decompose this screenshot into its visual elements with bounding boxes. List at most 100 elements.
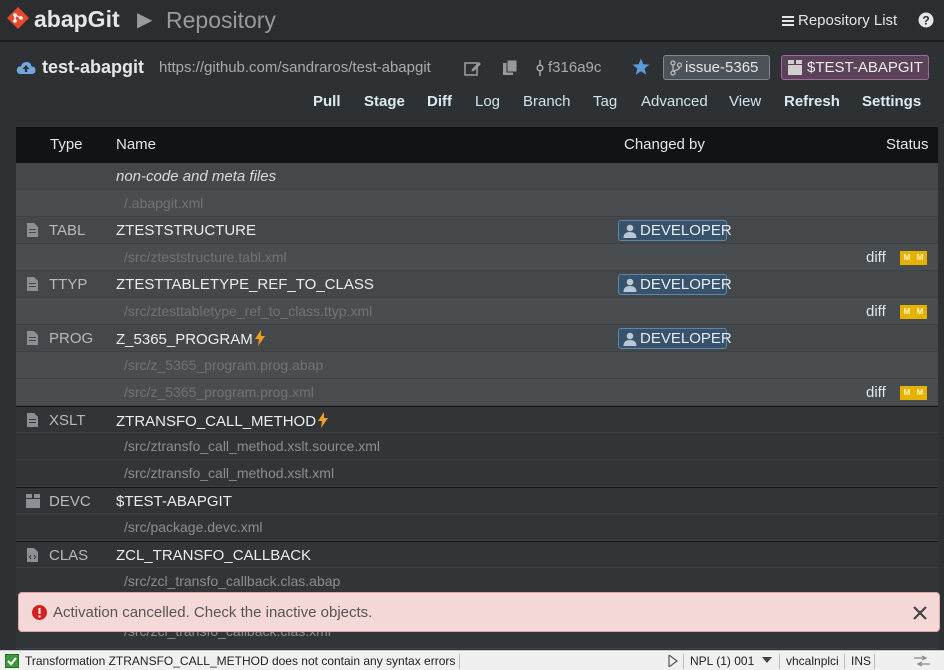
table-row: /.abapgit.xml: [16, 190, 938, 217]
table-row: XSLT ZTRANSFO_CALL_METHOD: [16, 406, 938, 433]
table-row: PROG Z_5365_PROGRAM DEVELOPER: [16, 325, 938, 352]
object-name[interactable]: ZTESTSTRUCTURE: [116, 222, 256, 239]
inactive-bolt-icon: [318, 412, 329, 428]
settings-button[interactable]: Settings: [862, 93, 921, 110]
file-icon: [27, 277, 38, 291]
file-path[interactable]: /src/zteststructure.tabl.xml: [124, 249, 287, 265]
col-name[interactable]: Name: [116, 136, 156, 153]
edit-icon[interactable]: [464, 60, 482, 76]
file-path[interactable]: /src/ztesttabletype_ref_to_class.ttyp.xm…: [124, 303, 372, 319]
status-divider: [779, 654, 780, 669]
file-icon: [27, 331, 38, 345]
page-title: Repository: [166, 7, 276, 33]
table-row: /src/ztransfo_call_method.xslt.xml: [16, 460, 938, 487]
col-changed-by[interactable]: Changed by: [624, 136, 705, 153]
svg-text:?: ?: [922, 14, 929, 28]
repo-url[interactable]: https://github.com/sandraros/test-abapgi…: [159, 59, 431, 76]
object-name[interactable]: Z_5365_PROGRAM: [116, 331, 253, 348]
status-message[interactable]: Transformation ZTRANSFO_CALL_METHOD does…: [25, 654, 455, 668]
repository-list-link[interactable]: Repository List: [782, 12, 897, 29]
object-name: non-code and meta files: [116, 168, 277, 185]
file-path[interactable]: /src/package.devc.xml: [124, 519, 263, 535]
pull-button[interactable]: Pull: [313, 93, 341, 110]
copy-icon[interactable]: [502, 59, 518, 76]
log-button[interactable]: Log: [475, 93, 500, 110]
commit-icon: [536, 60, 544, 76]
file-path[interactable]: /src/zcl_transfo_callback.clas.abap: [124, 573, 340, 589]
package-icon: [26, 494, 40, 508]
package-badge[interactable]: $TEST-ABAPGIT: [781, 55, 929, 80]
table-row: /src/z_5365_program.prog.xml diff MM: [16, 379, 938, 406]
tag-button[interactable]: Tag: [593, 93, 617, 110]
scroll-lock-icon: [914, 655, 930, 667]
table-row: /src/ztesttabletype_ref_to_class.ttyp.xm…: [16, 298, 938, 325]
status-badge: MM: [900, 251, 927, 265]
diff-link[interactable]: diff: [866, 384, 886, 401]
file-icon: [27, 413, 38, 427]
object-name-cell: ZTRANSFO_CALL_METHOD: [116, 412, 329, 430]
view-button[interactable]: View: [729, 93, 761, 110]
diff-link[interactable]: diff: [866, 249, 886, 266]
user-icon: [623, 224, 637, 238]
col-type[interactable]: Type: [50, 136, 83, 153]
branch-icon: [670, 60, 682, 76]
object-name[interactable]: ZCL_TRANSFO_CALLBACK: [116, 547, 311, 564]
object-type: DEVC: [49, 493, 91, 510]
table-row: non-code and meta files: [16, 163, 938, 190]
status-divider: [683, 654, 684, 669]
brand-name[interactable]: abapGit: [34, 6, 120, 33]
refresh-button[interactable]: Refresh: [784, 93, 840, 110]
status-divider: [844, 654, 845, 669]
status-divider: [874, 654, 875, 669]
play-icon[interactable]: [668, 655, 678, 667]
commit-hash[interactable]: f316a9c: [548, 59, 601, 76]
user-icon: [623, 332, 637, 346]
file-path[interactable]: /src/ztransfo_call_method.xslt.source.xm…: [124, 438, 380, 454]
table-row: /src/package.devc.xml: [16, 514, 938, 541]
repo-name[interactable]: test-abapgit: [42, 57, 144, 78]
col-status[interactable]: Status: [886, 136, 929, 153]
status-divider: [459, 654, 460, 669]
changed-by-user: DEVELOPER: [640, 222, 732, 239]
diff-link[interactable]: diff: [866, 303, 886, 320]
object-name[interactable]: ZTESTTABLETYPE_REF_TO_CLASS: [116, 276, 374, 293]
system-info[interactable]: NPL (1) 001: [690, 654, 754, 668]
object-type: PROG: [49, 330, 94, 347]
input-mode[interactable]: INS: [851, 654, 871, 668]
help-icon[interactable]: ?: [918, 12, 934, 28]
dropdown-icon[interactable]: [762, 656, 772, 664]
top-bar: abapGit ▶ Repository Repository List ?: [0, 0, 944, 42]
changed-by-user: DEVELOPER: [640, 330, 732, 347]
table-row: DEVC $TEST-ABAPGIT: [16, 487, 938, 514]
close-icon[interactable]: [911, 604, 929, 622]
file-path[interactable]: /src/z_5365_program.prog.xml: [124, 384, 314, 400]
object-name[interactable]: ZTRANSFO_CALL_METHOD: [116, 413, 316, 430]
file-path[interactable]: /src/z_5365_program.prog.abap: [124, 357, 323, 373]
branch-badge[interactable]: issue-5365: [663, 55, 770, 80]
star-icon[interactable]: [632, 58, 650, 76]
object-name-cell: Z_5365_PROGRAM: [116, 330, 265, 348]
changed-by-badge[interactable]: DEVELOPER: [618, 274, 732, 295]
file-path[interactable]: /.abapgit.xml: [124, 195, 203, 211]
package-name: $TEST-ABAPGIT: [807, 59, 923, 76]
changed-by-user: DEVELOPER: [640, 276, 732, 293]
inactive-bolt-icon: [254, 330, 265, 346]
branch-button[interactable]: Branch: [523, 93, 571, 110]
changed-by-badge[interactable]: DEVELOPER: [618, 328, 732, 349]
advanced-button[interactable]: Advanced: [641, 93, 708, 110]
file-icon: [27, 223, 38, 237]
object-name[interactable]: $TEST-ABAPGIT: [116, 493, 232, 510]
table-row: TABL ZTESTSTRUCTURE DEVELOPER: [16, 217, 938, 244]
stage-button[interactable]: Stage: [364, 93, 405, 110]
abapgit-logo-icon[interactable]: [6, 6, 30, 30]
toast-message: Activation cancelled. Check the inactive…: [53, 604, 373, 621]
table-row: TTYP ZTESTTABLETYPE_REF_TO_CLASS DEVELOP…: [16, 271, 938, 298]
list-icon: [782, 15, 794, 26]
file-path[interactable]: /src/ztransfo_call_method.xslt.xml: [124, 465, 334, 481]
error-toast: Activation cancelled. Check the inactive…: [18, 592, 940, 632]
package-icon: [788, 60, 802, 75]
diff-button[interactable]: Diff: [427, 93, 452, 110]
error-icon: [32, 605, 47, 620]
table-row: /src/ztransfo_call_method.xslt.source.xm…: [16, 433, 938, 460]
changed-by-badge[interactable]: DEVELOPER: [618, 220, 732, 241]
